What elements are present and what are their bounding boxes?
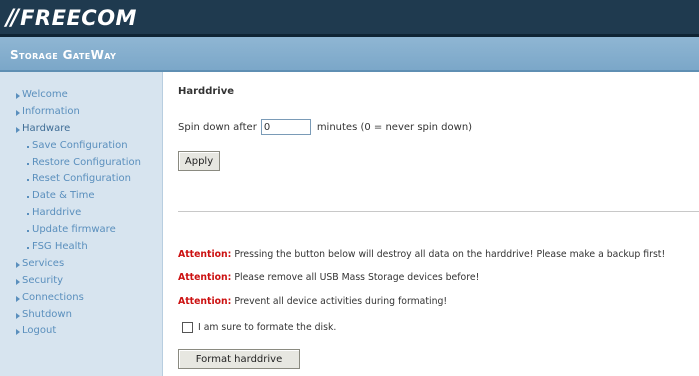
sidebar-item-label: Date & Time [32,190,95,202]
triangle-right-icon [16,312,20,319]
sidebar-item-label: Update firmware [32,224,116,236]
attention-label: Attention: [178,272,232,283]
warning-prevent-activity: Attention: Prevent all device activities … [178,296,447,307]
sidebar-item-harddrive[interactable]: Harddrive [0,205,162,222]
attention-label: Attention: [178,296,232,307]
sidebar-item-label: Save Configuration [32,139,128,151]
spin-down-hint: minutes (0 = never spin down) [316,121,473,133]
sidebar-item-update-firmware[interactable]: Update firmware [0,222,162,239]
sidebar-item-connections[interactable]: Connections [0,290,162,307]
spin-down-input[interactable] [260,119,311,135]
bullet-icon [27,145,29,148]
sidebar-item-welcome[interactable]: Welcome [0,87,162,104]
warning-destroy-data: Attention: Pressing the button below will… [178,249,665,260]
sidebar-item-date-time[interactable]: Date & Time [0,188,162,205]
confirm-format-checkbox[interactable] [182,322,193,333]
sidebar-item-shutdown[interactable]: Shutdown [0,307,162,324]
bullet-icon [27,179,29,182]
main-content: Harddrive Spin down after minutes (0 = n… [163,72,699,376]
confirm-format-label: I am sure to formate the disk. [198,322,337,333]
sidebar-item-fsg-health[interactable]: FSG Health [0,239,162,256]
sidebar-item-label: Security [22,274,64,286]
sidebar-item-label: Reset Configuration [32,173,131,185]
product-band: Storage GateWay [0,37,699,72]
triangle-right-icon [16,261,20,268]
spin-down-label: Spin down after [178,121,257,133]
bullet-icon [27,162,29,165]
sidebar-item-label: Harddrive [32,207,82,219]
sidebar-item-services[interactable]: Services [0,256,162,273]
bullet-icon [27,196,29,199]
sidebar-item-label: Welcome [22,89,68,100]
sidebar-item-label: FSG Health [32,241,88,253]
app-window: // FREECOM Storage GateWay Welcome Infor… [0,0,699,376]
triangle-right-icon [16,278,20,285]
sidebar-item-label: Services [22,257,65,269]
sidebar-item-save-configuration[interactable]: Save Configuration [0,138,162,155]
sidebar-item-label: Shutdown [22,308,72,320]
header-bar: // FREECOM [0,0,699,37]
warning-text: Pressing the button below will destroy a… [234,249,666,260]
sidebar-item-label: Restore Configuration [32,156,141,168]
freecom-logo: // FREECOM [6,5,137,31]
divider [178,211,699,212]
bullet-icon [27,213,29,216]
triangle-right-icon [16,295,20,302]
confirm-format-row[interactable]: I am sure to formate the disk. [182,322,336,333]
triangle-right-icon [16,93,20,99]
sidebar-item-information[interactable]: Information [0,104,162,121]
bullet-icon [27,247,29,250]
spin-down-row: Spin down after minutes (0 = never spin … [178,119,472,135]
sidebar-item-label: Hardware [22,122,71,134]
sidebar-item-security[interactable]: Security [0,273,162,290]
sidebar: Welcome Information Hardware Save Config… [0,72,163,376]
format-harddrive-button[interactable]: Format harddrive [178,349,300,369]
page-title: Harddrive [178,86,235,97]
apply-button[interactable]: Apply [178,151,220,171]
logo-slashes: // [6,5,19,31]
triangle-right-icon [16,109,20,116]
attention-label: Attention: [178,249,232,260]
sidebar-item-label: Connections [22,291,84,303]
warning-remove-usb: Attention: Please remove all USB Mass Sto… [178,272,479,283]
warning-text: Prevent all device activities during for… [234,296,448,307]
logo-text: FREECOM [20,6,137,30]
sidebar-item-label: Information [22,105,80,117]
sidebar-item-label: Logout [22,325,57,337]
sidebar-item-restore-configuration[interactable]: Restore Configuration [0,155,162,172]
sidebar-item-hardware[interactable]: Hardware [0,121,162,138]
sidebar-nav: Welcome Information Hardware Save Config… [0,87,162,340]
bullet-icon [27,230,29,233]
sidebar-item-reset-configuration[interactable]: Reset Configuration [0,171,162,188]
triangle-right-icon [16,329,20,336]
product-title: Storage GateWay [10,48,117,62]
sidebar-item-logout[interactable]: Logout [0,323,162,340]
warning-text: Please remove all USB Mass Storage devic… [234,272,480,283]
triangle-right-icon [16,126,20,133]
